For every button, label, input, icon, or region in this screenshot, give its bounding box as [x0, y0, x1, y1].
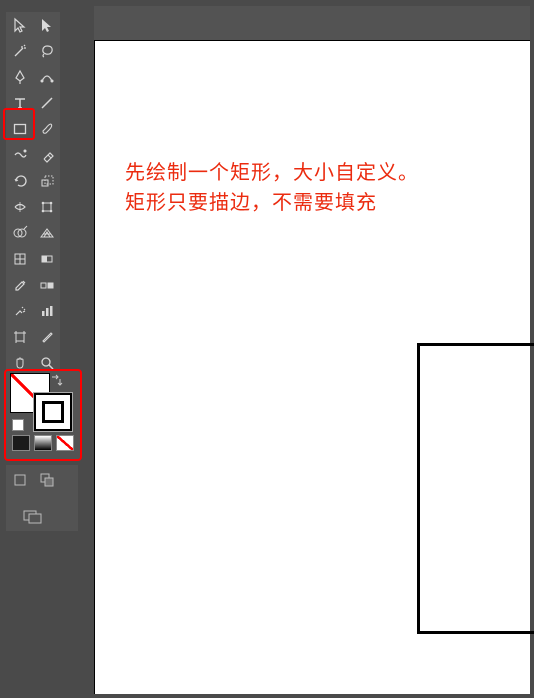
lasso-tool[interactable] [33, 38, 60, 64]
canvas-artboard[interactable] [94, 40, 530, 694]
rotate-tool[interactable] [6, 168, 33, 194]
color-mode-solid[interactable] [12, 435, 30, 451]
magic-wand-tool[interactable] [6, 38, 33, 64]
annotation-line-1: 先绘制一个矩形，大小自定义。 [125, 156, 419, 185]
color-mode-none[interactable] [56, 435, 74, 451]
width-tool[interactable] [6, 194, 33, 220]
eraser-tool[interactable] [33, 142, 60, 168]
pencil-tool[interactable] [6, 142, 33, 168]
symbol-sprayer-tool[interactable] [6, 298, 33, 324]
drawn-rectangle-shape[interactable] [417, 343, 534, 634]
swap-fill-stroke-icon[interactable] [50, 373, 64, 387]
scale-tool[interactable] [33, 168, 60, 194]
column-graph-tool[interactable] [33, 298, 60, 324]
default-fill-stroke-icon[interactable] [12, 419, 24, 431]
mesh-tool[interactable] [6, 246, 33, 272]
eyedropper-tool[interactable] [6, 272, 33, 298]
fill-stroke-panel [4, 369, 82, 461]
color-mode-gradient[interactable] [34, 435, 52, 451]
tools-panel [6, 12, 60, 376]
curvature-tool[interactable] [33, 64, 60, 90]
direct-selection-tool[interactable] [33, 12, 60, 38]
artboard-tool[interactable] [6, 324, 33, 350]
screen-mode-panel [6, 465, 78, 531]
shape-builder-tool[interactable] [6, 220, 33, 246]
draw-normal-mode[interactable] [6, 467, 33, 493]
blend-tool[interactable] [33, 272, 60, 298]
type-tool[interactable] [6, 90, 33, 116]
free-transform-tool[interactable] [33, 194, 60, 220]
rectangle-tool[interactable] [6, 116, 33, 142]
top-panel-strip [94, 6, 530, 40]
stroke-swatch[interactable] [34, 393, 72, 431]
perspective-grid-tool[interactable] [33, 220, 60, 246]
draw-inside-mode[interactable] [60, 467, 78, 493]
selection-tool[interactable] [6, 12, 33, 38]
change-screen-mode[interactable] [6, 503, 60, 529]
slice-tool[interactable] [33, 324, 60, 350]
gradient-tool[interactable] [33, 246, 60, 272]
annotation-line-2: 矩形只要描边，不需要填充 [125, 186, 377, 215]
paintbrush-tool[interactable] [33, 116, 60, 142]
draw-behind-mode[interactable] [33, 467, 60, 493]
pen-tool[interactable] [6, 64, 33, 90]
line-segment-tool[interactable] [33, 90, 60, 116]
